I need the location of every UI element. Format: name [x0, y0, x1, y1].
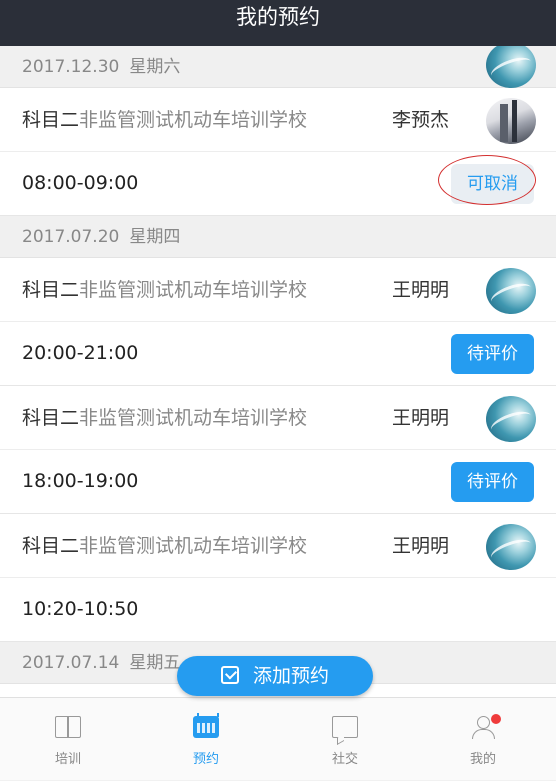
weekday-text: 星期六: [129, 57, 181, 77]
rate-button[interactable]: 待评价: [451, 462, 534, 502]
subject-label: 科目二: [22, 109, 80, 131]
add-appointment-button[interactable]: 添加预约: [177, 656, 373, 696]
appointment-time-row: 10:20-10:50: [0, 578, 556, 641]
subject-school: 科目二非监管测试机动车培训学校: [22, 386, 307, 450]
coach-avatar[interactable]: [486, 396, 536, 442]
subject-label: 科目二: [22, 279, 80, 301]
appointment-info-row: 科目二非监管测试机动车培训学校 王明明: [0, 386, 556, 450]
date-text: 2017.07.14: [22, 653, 120, 673]
add-appointment-label: 添加预约: [252, 665, 329, 687]
date-header: 2017.12.30 星期六: [0, 46, 556, 88]
calendar-icon: [193, 713, 219, 738]
time-slot: 10:20-10:50: [22, 598, 139, 620]
subject-label: 科目二: [22, 407, 80, 429]
coach-avatar[interactable]: [486, 98, 536, 144]
annotation-circle: [438, 155, 536, 205]
coach-name: 王明明: [392, 279, 450, 301]
page-title: 我的预约: [236, 5, 320, 29]
date-header: 2017.07.20 星期四: [0, 216, 556, 258]
chat-icon: [332, 716, 358, 738]
appointment-info-row: 科目二非监管测试机动车培训学校 王明明: [0, 514, 556, 578]
date-text: 2017.07.20: [22, 227, 120, 247]
appointment-time-row: 20:00-21:00 待评价: [0, 322, 556, 385]
tab-mine[interactable]: 我的: [443, 698, 523, 781]
time-slot: 08:00-09:00: [22, 172, 139, 194]
tab-label: 预约: [192, 752, 219, 767]
time-slot: 20:00-21:00: [22, 342, 139, 364]
school-name: 非监管测试机动车培训学校: [79, 407, 308, 429]
coach-name: 王明明: [392, 407, 450, 429]
page-header: 我的预约: [0, 0, 556, 46]
appointment-time-row: 18:00-19:00 待评价: [0, 450, 556, 513]
time-slot: 18:00-19:00: [22, 470, 139, 492]
coach-avatar[interactable]: [486, 268, 536, 314]
tab-label: 我的: [469, 752, 496, 767]
tab-social[interactable]: 社交: [305, 698, 385, 781]
tab-label: 社交: [331, 752, 358, 767]
date-text: 2017.12.30: [22, 57, 120, 77]
appointment-card[interactable]: 科目二非监管测试机动车培训学校 王明明 18:00-19:00 待评价: [0, 386, 556, 514]
calendar-check-icon: [220, 666, 239, 684]
weekday-text: 星期五: [129, 653, 181, 673]
appointment-info-row: 科目二非监管测试机动车培训学校 李预杰: [0, 88, 556, 152]
appointment-card[interactable]: 科目二非监管测试机动车培训学校 王明明 10:20-10:50: [0, 514, 556, 642]
school-name: 非监管测试机动车培训学校: [79, 109, 308, 131]
coach-name: 王明明: [392, 535, 450, 557]
coach-avatar[interactable]: [486, 524, 536, 570]
school-name: 非监管测试机动车培训学校: [79, 279, 308, 301]
tab-label: 培训: [54, 752, 81, 767]
notification-dot: [491, 714, 501, 724]
coach-name: 李预杰: [392, 109, 450, 131]
school-name: 非监管测试机动车培训学校: [79, 535, 308, 557]
book-icon: [55, 716, 81, 738]
appointment-list[interactable]: 2017.12.30 星期六 科目二非监管测试机动车培训学校 李预杰 08:00-…: [0, 46, 556, 697]
weekday-text: 星期四: [129, 227, 181, 247]
subject-label: 科目二: [22, 535, 80, 557]
subject-school: 科目二非监管测试机动车培训学校: [22, 88, 307, 152]
tab-appointment[interactable]: 预约: [166, 698, 246, 781]
subject-school: 科目二非监管测试机动车培训学校: [22, 514, 307, 578]
bottom-tab-bar: 培训 预约 社交 我的: [0, 697, 556, 780]
appointment-card[interactable]: 科目二非监管测试机动车培训学校 王明明 20:00-21:00 待评价: [0, 258, 556, 386]
appointment-card[interactable]: 科目二非监管测试机动车培训学校 李预杰 08:00-09:00 可取消: [0, 88, 556, 216]
appointment-time-row: 08:00-09:00 可取消: [0, 152, 556, 215]
tab-training[interactable]: 培训: [28, 698, 108, 781]
rate-button[interactable]: 待评价: [451, 334, 534, 374]
subject-school: 科目二非监管测试机动车培训学校: [22, 258, 307, 322]
appointment-info-row: 科目二非监管测试机动车培训学校 王明明: [0, 258, 556, 322]
